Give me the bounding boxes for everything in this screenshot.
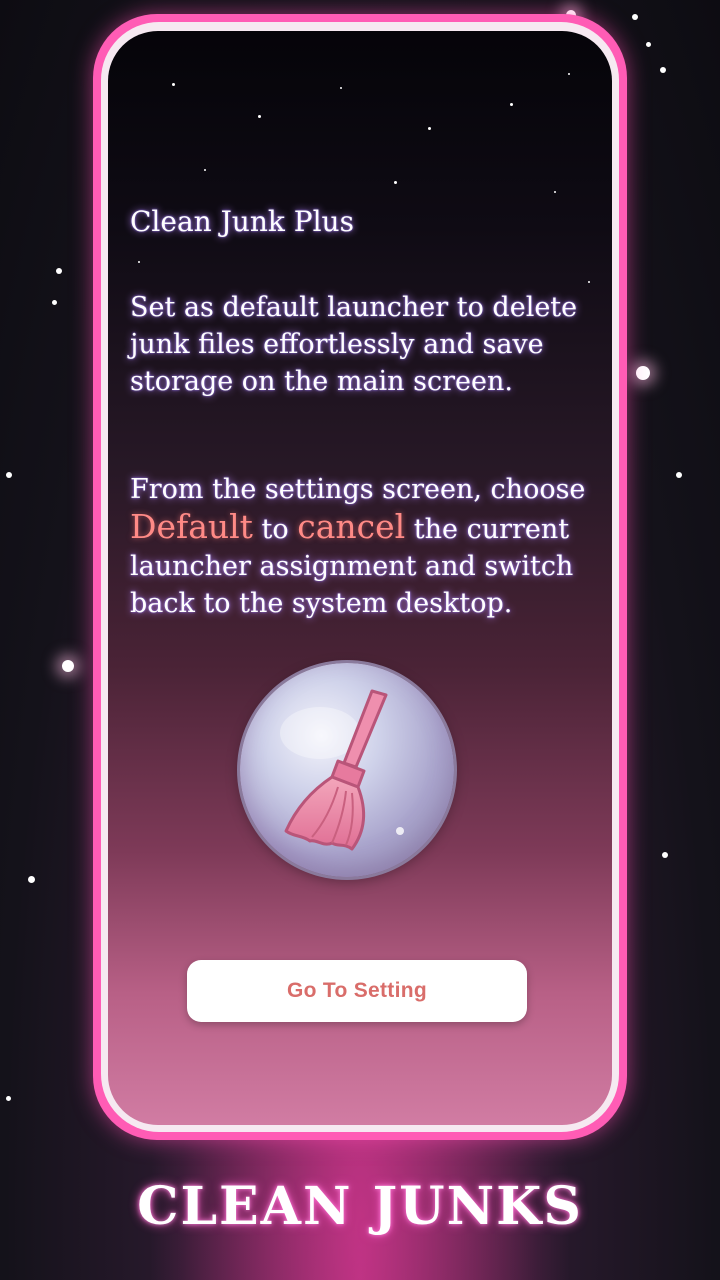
star <box>62 660 74 672</box>
star <box>588 281 590 283</box>
star <box>172 83 175 86</box>
star <box>52 300 57 305</box>
promo-banner-title: CLEAN JUNKS <box>137 1176 583 1237</box>
star <box>554 191 556 193</box>
star <box>340 87 342 89</box>
star <box>510 103 513 106</box>
go-to-setting-button[interactable]: Go To Setting <box>187 960 527 1022</box>
star <box>636 366 650 380</box>
instruction-text: From the settings screen, choose <box>130 474 586 505</box>
star <box>6 1096 11 1101</box>
star <box>676 472 682 478</box>
star <box>394 181 397 184</box>
phone-frame: Clean Junk Plus Set as default launcher … <box>93 14 627 1140</box>
star <box>428 127 431 130</box>
instruction-text: to <box>252 514 298 545</box>
star <box>568 73 570 75</box>
star <box>56 268 62 274</box>
star <box>204 169 206 171</box>
star <box>660 67 666 73</box>
broom-icon <box>280 689 404 851</box>
star <box>646 42 651 47</box>
settings-instruction-paragraph: From the settings screen, choose Default… <box>130 471 600 622</box>
star <box>28 876 35 883</box>
star <box>138 261 140 263</box>
star <box>632 14 638 20</box>
highlight-cancel: cancel <box>297 507 406 546</box>
highlight-default: Default <box>130 507 253 546</box>
star <box>662 852 668 858</box>
instruction-paragraph: Set as default launcher to delete junk f… <box>130 292 578 397</box>
cleaner-orb <box>240 663 454 877</box>
star <box>6 472 12 478</box>
phone-screen: Clean Junk Plus Set as default launcher … <box>108 31 612 1125</box>
star <box>258 115 261 118</box>
app-title: Clean Junk Plus <box>130 205 354 238</box>
